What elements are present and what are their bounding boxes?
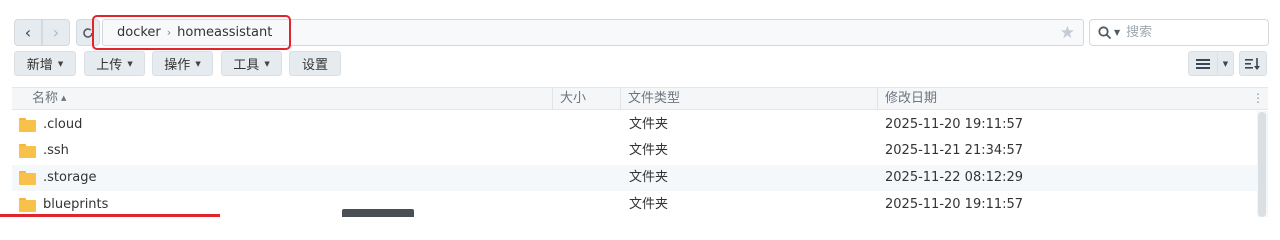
file-row[interactable]: .storage 文件夹 2025-11-22 08:12:29 [12, 165, 1257, 191]
file-name: .storage [43, 170, 97, 185]
column-size-label: 大小 [560, 91, 587, 106]
highlight-edge [0, 214, 220, 217]
tooltip-edge [342, 209, 414, 217]
dropdown-caret-icon: ▼ [57, 59, 64, 68]
dropdown-caret-icon: ▼ [127, 59, 133, 68]
view-options-dropdown[interactable]: ▼ [1218, 51, 1234, 76]
dropdown-caret-icon: ▼ [1222, 59, 1229, 68]
search-icon[interactable] [1098, 25, 1112, 40]
column-options-icon[interactable]: ⋮ [1252, 88, 1264, 109]
action-button-label: 操作 [164, 58, 191, 73]
column-modified-label: 修改日期 [885, 91, 938, 106]
search-box[interactable]: ▼ [1089, 19, 1269, 46]
file-row[interactable]: .ssh 文件夹 2025-11-21 21:34:57 [12, 138, 1257, 164]
upload-button[interactable]: 上传 ▼ [84, 51, 145, 76]
upload-button-label: 上传 [96, 58, 123, 73]
column-header-type[interactable]: 文件类型 [620, 88, 877, 109]
action-button[interactable]: 操作 ▼ [152, 51, 213, 76]
list-view-icon [1196, 58, 1210, 69]
settings-button-label: 设置 [301, 58, 328, 73]
chevron-right-icon: › [52, 23, 60, 42]
column-type-label: 文件类型 [628, 91, 681, 106]
file-type: 文件夹 [629, 170, 669, 185]
create-button-label: 新增 [26, 58, 53, 73]
search-input[interactable] [1126, 25, 1247, 40]
chevron-left-icon: ‹ [24, 23, 32, 42]
create-button[interactable]: 新增 ▼ [14, 51, 76, 76]
folder-icon [19, 118, 36, 132]
forward-button[interactable]: › [42, 19, 70, 46]
column-header-name[interactable]: 名称 ▲ [24, 88, 552, 109]
path-highlight-box [92, 15, 291, 50]
file-modified: 2025-11-21 21:34:57 [885, 143, 1024, 158]
file-modified: 2025-11-20 19:11:57 [885, 197, 1024, 212]
column-name-label: 名称 [32, 91, 59, 106]
tools-button-label: 工具 [233, 58, 260, 73]
settings-button[interactable]: 设置 [289, 51, 341, 76]
star-icon[interactable]: ★ [1060, 23, 1075, 43]
sort-button[interactable] [1239, 51, 1267, 76]
search-options-caret-icon[interactable]: ▼ [1114, 28, 1120, 37]
file-type: 文件夹 [629, 143, 669, 158]
scrollbar-thumb[interactable] [1258, 112, 1266, 217]
file-row[interactable]: .cloud 文件夹 2025-11-20 19:11:57 [12, 112, 1257, 138]
folder-icon [19, 144, 36, 158]
list-view-button[interactable] [1188, 51, 1218, 76]
sort-ascending-icon: ▲ [61, 94, 67, 102]
tools-button[interactable]: 工具 ▼ [221, 51, 282, 76]
dropdown-caret-icon: ▼ [264, 59, 270, 68]
folder-icon [19, 171, 36, 185]
folder-icon [19, 198, 36, 212]
file-type: 文件夹 [629, 197, 669, 212]
file-name: .cloud [43, 117, 83, 132]
file-modified: 2025-11-20 19:11:57 [885, 117, 1024, 132]
file-modified: 2025-11-22 08:12:29 [885, 170, 1024, 185]
column-header-size[interactable]: 大小 [552, 88, 620, 109]
file-type: 文件夹 [629, 117, 669, 132]
file-list-header: 名称 ▲ 大小 文件类型 修改日期 ⋮ [12, 87, 1268, 110]
file-name: .ssh [43, 143, 69, 158]
sort-icon [1245, 57, 1260, 70]
column-header-modified[interactable]: 修改日期 [877, 88, 1237, 109]
back-button[interactable]: ‹ [14, 19, 42, 46]
dropdown-caret-icon: ▼ [195, 59, 201, 68]
